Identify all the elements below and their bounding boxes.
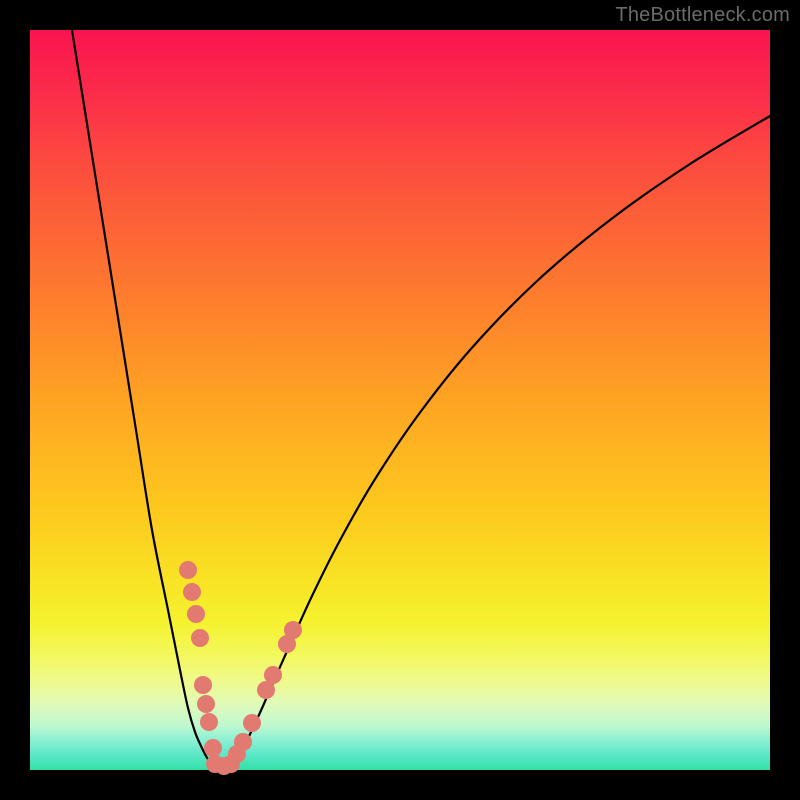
highlight-dot <box>284 621 302 639</box>
highlight-dot <box>204 739 222 757</box>
chart-frame: TheBottleneck.com <box>0 0 800 800</box>
highlight-dot <box>243 714 261 732</box>
highlight-dot <box>264 666 282 684</box>
curve-left-branch <box>72 30 214 768</box>
highlight-dot <box>191 629 209 647</box>
curve-right-branch <box>230 116 770 768</box>
highlight-dot <box>200 713 218 731</box>
chart-svg <box>30 30 770 770</box>
watermark-text: TheBottleneck.com <box>615 4 790 27</box>
highlight-dot <box>234 733 252 751</box>
highlight-dot <box>187 605 205 623</box>
highlight-dot <box>197 695 215 713</box>
highlight-dot <box>179 561 197 579</box>
highlight-dot <box>194 676 212 694</box>
plot-area <box>30 30 770 770</box>
highlight-dot-group <box>179 561 302 775</box>
highlight-dot <box>183 583 201 601</box>
